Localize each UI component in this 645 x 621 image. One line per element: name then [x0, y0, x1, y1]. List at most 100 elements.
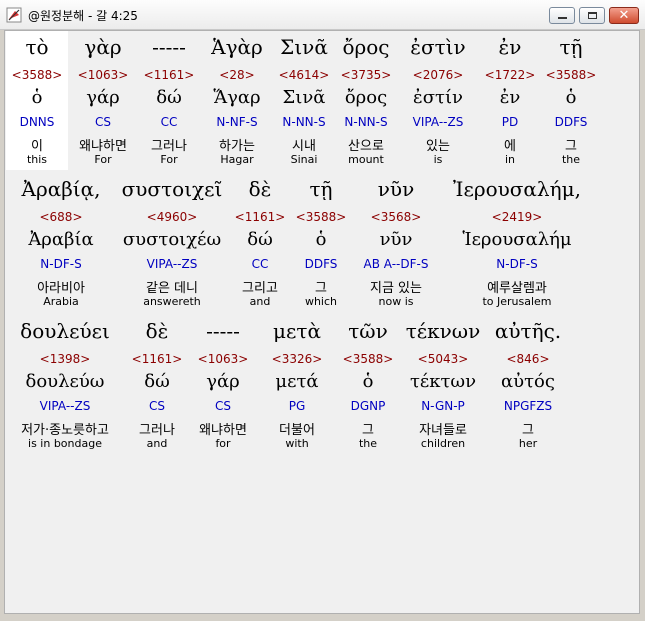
word-english: in [504, 153, 516, 166]
maximize-icon [588, 12, 597, 19]
word-english: For [94, 153, 112, 166]
word-cell[interactable]: μετὰ <3326> μετά PG 더불어 with [256, 319, 338, 454]
word-strong: <688> [39, 210, 83, 224]
word-greek: Σινᾶ [280, 35, 328, 59]
word-greek: Ἀραβίᾳ, [21, 177, 101, 201]
word-parse: CC [251, 257, 269, 271]
word-lemma: γάρ [86, 87, 120, 108]
word-cell[interactable]: ----- <1161> δώ CC 그러나 For [137, 35, 201, 170]
word-strong: <1398> [39, 352, 91, 366]
word-strong: <1161> [131, 352, 183, 366]
word-strong: <2076> [412, 68, 464, 82]
word-strong: <1161> [234, 210, 286, 224]
word-greek: συστοιχεῖ [121, 177, 223, 201]
word-lemma: τέκτων [409, 371, 477, 392]
word-cell[interactable]: ὄρος <3735> ὄρος N-NN-S 산으로 mount [335, 35, 397, 170]
word-cell[interactable]: τῇ <3588> ὁ DDFS 그 which [292, 177, 350, 312]
word-lemma: δώ [144, 371, 170, 392]
word-cell[interactable]: δὲ <1161> δώ CC 그리고 and [228, 177, 292, 312]
word-greek: τὸ [25, 35, 49, 59]
word-cell[interactable]: Ἁγὰρ <28> Ἅγαρ N-NF-S 하가는 Hagar [201, 35, 273, 170]
word-greek: γὰρ [84, 35, 122, 59]
word-cell[interactable]: συστοιχεῖ <4960> συστοιχέω VIPA--ZS 같은 데니 ans… [116, 177, 228, 312]
word-parse: CS [215, 399, 231, 413]
word-greek: τῇ [309, 177, 333, 201]
word-english: Sinai [290, 153, 318, 166]
window-title: @원정분해 - 갈 4:25 [28, 9, 138, 23]
word-strong: <1722> [484, 68, 536, 82]
word-korean: 그 [362, 423, 374, 438]
word-english: with [285, 437, 309, 450]
word-greek: Ἁγὰρ [211, 35, 263, 59]
word-cell[interactable]: τὸ <3588> ὁ DNNS 이 this [6, 35, 68, 170]
word-cell[interactable]: ----- <1063> γάρ CS 왜냐하면 for [190, 319, 256, 454]
word-parse: PD [501, 115, 519, 129]
word-lemma: μετά [275, 371, 319, 392]
word-greek: τῶν [348, 319, 388, 343]
word-english: the [358, 437, 378, 450]
word-korean: 그러나 [151, 139, 187, 154]
word-strong: <1063> [197, 352, 249, 366]
word-lemma: ὁ [315, 229, 327, 250]
word-english: which [304, 295, 338, 308]
word-greek: τῇ [559, 35, 583, 59]
word-cell[interactable]: ἐστὶν <2076> ἐστίν VIPA--ZS 있는 is [397, 35, 479, 170]
word-english: this [26, 153, 48, 166]
word-cell[interactable]: Ἀραβίᾳ, <688> Ἀραβία N-DF-S 아라비아 Arabia [6, 177, 116, 312]
word-strong: <4960> [146, 210, 198, 224]
word-lemma: Σινᾶ [282, 87, 326, 108]
close-button[interactable]: ✕ [609, 7, 639, 24]
word-lemma: Ἅγαρ [213, 87, 261, 108]
word-parse: N-NF-S [216, 115, 258, 129]
word-greek: δουλεύει [20, 319, 110, 343]
word-strong: <3568> [370, 210, 422, 224]
word-parse: N-DF-S [496, 257, 538, 271]
status-bar [0, 614, 645, 621]
word-korean: 지금 있는 [370, 281, 422, 296]
word-english: Hagar [220, 153, 254, 166]
word-lemma: ἐστίν [413, 87, 463, 108]
word-cell[interactable]: ἐν <1722> ἐν PD 에 in [479, 35, 541, 170]
word-greek: νῦν [377, 177, 415, 201]
word-cell[interactable]: δὲ <1161> δώ CS 그러나 and [124, 319, 190, 454]
word-parse: DGNP [350, 399, 386, 413]
word-cell[interactable]: γὰρ <1063> γάρ CS 왜냐하면 For [69, 35, 137, 170]
word-strong: <4614> [278, 68, 330, 82]
word-parse: CS [149, 399, 165, 413]
word-parse: DNNS [19, 115, 55, 129]
word-strong: <3588> [342, 352, 394, 366]
word-korean: 더불어 [279, 423, 315, 438]
word-korean: 이 [31, 139, 43, 154]
word-strong: <846> [506, 352, 550, 366]
word-lemma: αὐτός [501, 371, 555, 392]
word-english: to Jerusalem [482, 295, 552, 308]
word-cell[interactable]: Ἰερουσαλήμ, <2419> Ἱερουσαλήμ N-DF-S 예루살렘과 to… [442, 177, 592, 312]
word-cell[interactable]: τῇ <3588> ὁ DDFS 그 the [541, 35, 601, 170]
word-greek: Ἰερουσαλήμ, [453, 177, 581, 201]
word-cell[interactable]: Σινᾶ <4614> Σινᾶ N-NN-S 시내 Sinai [273, 35, 335, 170]
word-lemma: δώ [247, 229, 273, 250]
word-korean: 그 [315, 281, 327, 296]
word-cell[interactable]: δουλεύει <1398> δουλεύω VIPA--ZS 저가·종노릇하고 is … [6, 319, 124, 454]
word-parse: VIPA--ZS [39, 399, 91, 413]
word-parse: N-NN-S [282, 115, 326, 129]
word-greek: τέκνων [405, 319, 481, 343]
word-korean: 예루살렘과 [487, 281, 547, 296]
minimize-button[interactable] [549, 7, 575, 24]
word-english: answereth [143, 295, 201, 308]
word-greek: ἐν [498, 35, 522, 59]
word-cell[interactable]: νῦν <3568> νῦν AB A--DF-S 지금 있는 now is [350, 177, 442, 312]
word-korean: 그 [565, 139, 577, 154]
word-korean: 왜냐하면 [199, 423, 247, 438]
word-korean: 같은 데니 [146, 281, 198, 296]
interlinear-view[interactable]: τὸ <3588> ὁ DNNS 이 this γὰρ <1063> γάρ CS 왜냐하면 For -… [4, 30, 640, 614]
word-cell[interactable]: τέκνων <5043> τέκτων N-GN-P 자녀들로 children [398, 319, 488, 454]
word-english: For [160, 153, 178, 166]
word-cell[interactable]: τῶν <3588> ὁ DGNP 그 the [338, 319, 398, 454]
word-english: her [518, 437, 538, 450]
word-greek: αὐτῆς. [494, 319, 562, 343]
word-lemma: δώ [156, 87, 182, 108]
word-english: mount [348, 153, 384, 166]
word-cell[interactable]: αὐτῆς. <846> αὐτός NPGFZS 그 her [488, 319, 568, 454]
maximize-button[interactable] [579, 7, 605, 24]
